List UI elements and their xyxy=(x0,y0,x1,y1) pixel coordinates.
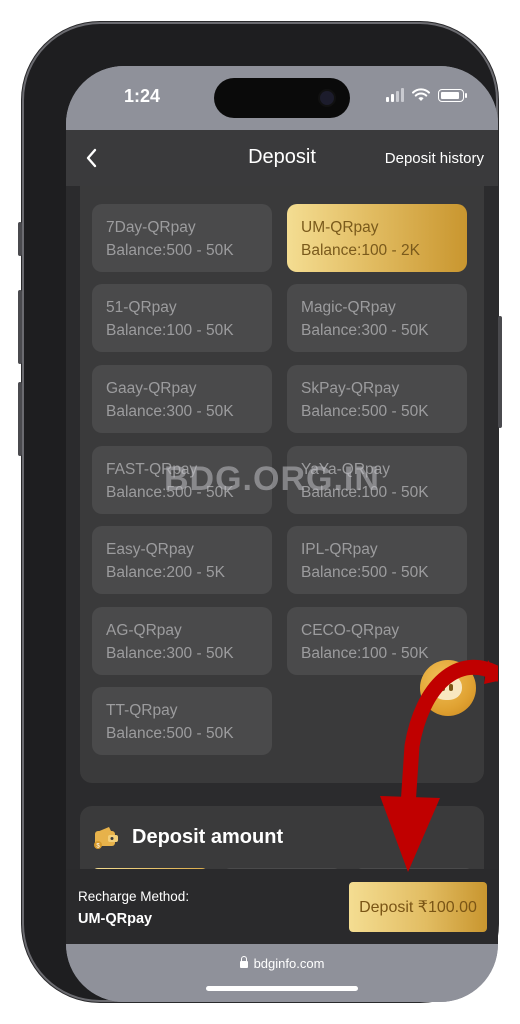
recharge-method-label: Recharge Method: xyxy=(78,889,190,904)
url-display[interactable]: bdginfo.com xyxy=(66,956,498,971)
url-text: bdginfo.com xyxy=(253,956,325,971)
wallet-icon: $ xyxy=(94,827,118,850)
method-card-selected[interactable]: UM-QRpay Balance:100 - 2K xyxy=(287,204,467,272)
method-name: TT-QRpay xyxy=(106,702,178,719)
annotation-arrow-icon xyxy=(380,659,498,872)
method-balance: Balance:300 - 50K xyxy=(106,645,234,662)
status-time: 1:24 xyxy=(124,86,161,106)
phone-frame: 1:24 Deposit Deposit history 7Day-QRpay … xyxy=(18,22,502,1002)
home-indicator[interactable] xyxy=(206,986,358,991)
deposit-amount-title: Deposit amount xyxy=(132,826,284,848)
method-card[interactable]: 51-QRpay Balance:100 - 50K xyxy=(92,284,272,352)
power-button xyxy=(498,316,502,428)
deposit-button[interactable]: Deposit ₹100.00 xyxy=(349,882,487,932)
method-name: Easy-QRpay xyxy=(106,541,194,558)
method-card[interactable]: Magic-QRpay Balance:300 - 50K xyxy=(287,284,467,352)
volume-down-button xyxy=(18,382,22,456)
wifi-icon xyxy=(412,88,430,101)
method-balance: Balance:500 - 50K xyxy=(301,564,429,581)
method-name: 7Day-QRpay xyxy=(106,219,196,236)
method-balance: Balance:100 - 2K xyxy=(301,242,420,259)
method-name: Gaay-QRpay xyxy=(106,380,197,397)
method-balance: Balance:300 - 50K xyxy=(301,322,429,339)
cellular-signal-icon xyxy=(386,88,404,102)
deposit-history-link[interactable]: Deposit history xyxy=(385,150,484,167)
method-card[interactable]: SkPay-QRpay Balance:500 - 50K xyxy=(287,365,467,433)
watermark: BDG.ORG.IN xyxy=(164,460,380,498)
method-name: 51-QRpay xyxy=(106,299,177,316)
method-name: SkPay-QRpay xyxy=(301,380,400,397)
camera-icon xyxy=(320,91,334,105)
method-balance: Balance:500 - 50K xyxy=(106,242,234,259)
method-card[interactable]: Easy-QRpay Balance:200 - 5K xyxy=(92,526,272,594)
dynamic-island xyxy=(214,78,350,118)
method-balance: Balance:500 - 50K xyxy=(106,725,234,742)
method-balance: Balance:500 - 50K xyxy=(301,403,429,420)
phone-screen: 1:24 Deposit Deposit history 7Day-QRpay … xyxy=(66,66,498,1002)
app-header: Deposit Deposit history xyxy=(66,130,498,186)
method-name: CECO-QRpay xyxy=(301,622,400,639)
status-bar: 1:24 xyxy=(66,66,498,130)
method-card[interactable]: Gaay-QRpay Balance:300 - 50K xyxy=(92,365,272,433)
method-card[interactable]: TT-QRpay Balance:500 - 50K xyxy=(92,687,272,755)
browser-bar: bdginfo.com xyxy=(66,944,498,1002)
method-card[interactable]: 7Day-QRpay Balance:500 - 50K xyxy=(92,204,272,272)
recharge-method-value: UM-QRpay xyxy=(78,911,153,927)
method-name: Magic-QRpay xyxy=(301,299,396,316)
method-name: IPL-QRpay xyxy=(301,541,378,558)
method-name: UM-QRpay xyxy=(301,219,379,236)
lock-icon xyxy=(239,956,248,968)
method-card[interactable]: IPL-QRpay Balance:500 - 50K xyxy=(287,526,467,594)
method-balance: Balance:200 - 5K xyxy=(106,564,225,581)
bottom-bar: Recharge Method: UM-QRpay Deposit ₹100.0… xyxy=(66,869,498,944)
method-card[interactable]: AG-QRpay Balance:300 - 50K xyxy=(92,607,272,675)
battery-icon xyxy=(438,88,467,102)
method-balance: Balance:300 - 50K xyxy=(106,403,234,420)
method-name: AG-QRpay xyxy=(106,622,182,639)
method-balance: Balance:100 - 50K xyxy=(106,322,234,339)
action-button xyxy=(18,222,22,256)
volume-up-button xyxy=(18,290,22,364)
